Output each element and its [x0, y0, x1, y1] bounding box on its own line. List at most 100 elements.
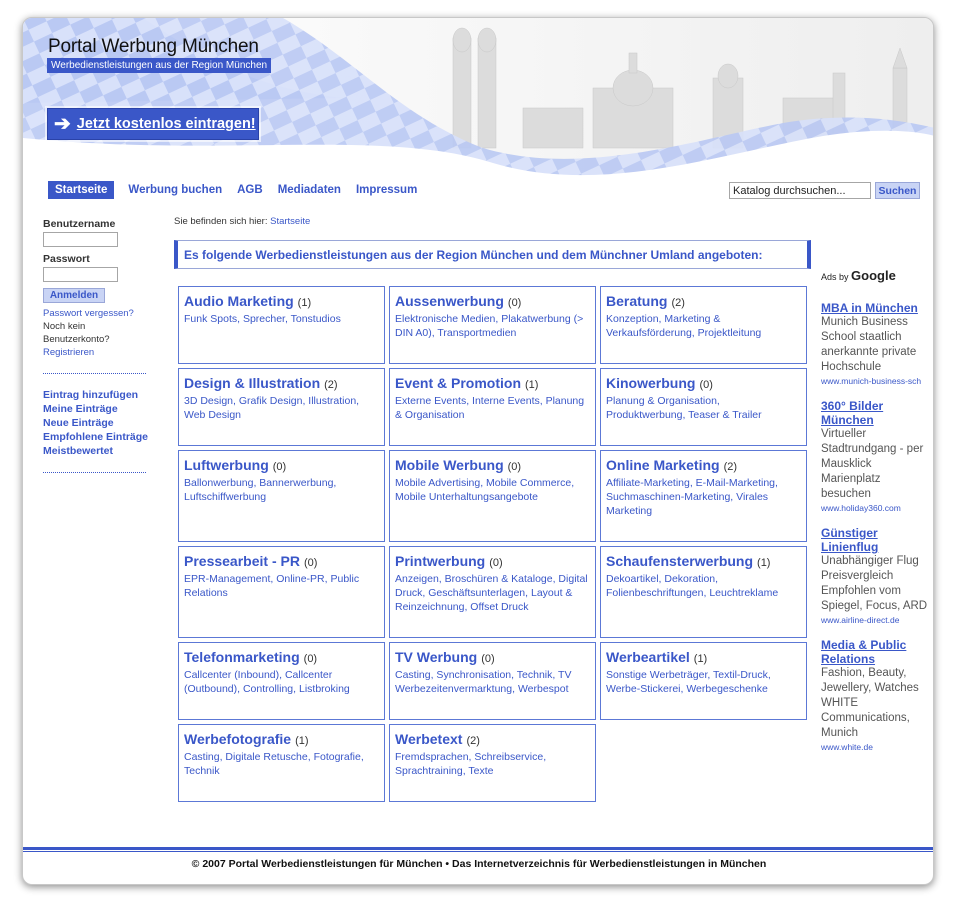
- register-link[interactable]: Registrieren: [43, 346, 153, 359]
- category-title-link[interactable]: Werbetext: [395, 731, 462, 747]
- category-card: Werbeartikel (1) Sonstige Werbeträger, Tex…: [600, 642, 807, 720]
- category-header: Beratung (2): [606, 293, 801, 309]
- subcategory-links[interactable]: EPR-Management, Online-PR, Public Relati…: [184, 572, 379, 600]
- ad-text: Virtueller Stadtrundgang - per Mausklick…: [821, 428, 924, 500]
- subcategory-links[interactable]: Dekoartikel, Dekoration, Folienbeschrift…: [606, 572, 801, 600]
- subcategory-links[interactable]: Funk Spots, Sprecher, Tonstudios: [184, 312, 379, 326]
- divider: [43, 373, 146, 374]
- ad-url[interactable]: www.white.de: [821, 741, 933, 753]
- category-header: Audio Marketing (1): [184, 293, 379, 309]
- category-title-link[interactable]: Werbeartikel: [606, 649, 690, 665]
- category-title-link[interactable]: Werbefotografie: [184, 731, 291, 747]
- subcategory-links[interactable]: Konzeption, Marketing & Verkaufsförderun…: [606, 312, 801, 340]
- arrow-right-icon: ➔: [54, 113, 71, 135]
- sidebar-item-top-rated[interactable]: Meistbewertet: [43, 444, 153, 458]
- search-button[interactable]: Suchen: [875, 182, 920, 199]
- category-title-link[interactable]: Design & Illustration: [184, 375, 320, 391]
- category-card: Telefonmarketing (0) Callcenter (Inbound),…: [178, 642, 385, 720]
- username-label: Benutzername: [43, 218, 116, 230]
- category-title-link[interactable]: TV Werbung: [395, 649, 477, 665]
- ad-url[interactable]: www.holiday360.com: [821, 502, 933, 514]
- nav-werbung-buchen[interactable]: Werbung buchen: [128, 184, 222, 196]
- footer-rule: [23, 847, 933, 850]
- category-count: (0): [272, 461, 287, 473]
- category-card: TV Werbung (0) Casting, Synchronisation, T…: [389, 642, 596, 720]
- category-card: Online Marketing (2) Affiliate-Marketing, …: [600, 450, 807, 542]
- category-title-link[interactable]: Event & Promotion: [395, 375, 521, 391]
- category-title-link[interactable]: Schaufensterwerbung: [606, 553, 753, 569]
- nav-startseite[interactable]: Startseite: [48, 181, 115, 199]
- category-count: (0): [489, 557, 503, 569]
- category-title-link[interactable]: Telefonmarketing: [184, 649, 300, 665]
- breadcrumb-home-link[interactable]: Startseite: [270, 216, 310, 227]
- ad-title[interactable]: 360° Bilder München: [821, 399, 933, 427]
- ad-text: Fashion, Beauty, Jewellery, Watches WHIT…: [821, 667, 919, 739]
- category-count: (1): [525, 379, 539, 391]
- ad-text: Munich Business School staatlich anerkan…: [821, 316, 917, 373]
- nav-mediadaten[interactable]: Mediadaten: [278, 184, 341, 196]
- ad-url[interactable]: www.airline-direct.de: [821, 614, 933, 626]
- category-count: (0): [303, 653, 318, 665]
- category-title-link[interactable]: Beratung: [606, 293, 667, 309]
- category-card: Luftwerbung (0) Ballonwerbung, Bannerwerbu…: [178, 450, 385, 542]
- password-label: Passwort: [43, 253, 90, 265]
- ad-title[interactable]: Media & Public Relations: [821, 638, 933, 666]
- main-nav: Startseite Werbung buchen AGB Mediadaten…: [48, 180, 432, 200]
- ad-url[interactable]: www.munich-business-sch: [821, 375, 933, 387]
- subcategory-links[interactable]: Casting, Digitale Retusche, Fotografie, …: [184, 750, 379, 778]
- nav-agb[interactable]: AGB: [237, 184, 263, 196]
- category-card: Schaufensterwerbung (1) Dekoartikel, Dekor…: [600, 546, 807, 638]
- subcategory-links[interactable]: Casting, Synchronisation, Technik, TV We…: [395, 668, 590, 696]
- subcategory-links[interactable]: 3D Design, Grafik Design, Illustration, …: [184, 394, 379, 422]
- category-title-link[interactable]: Luftwerbung: [184, 457, 269, 473]
- sidebar-item-my-entries[interactable]: Meine Einträge: [43, 402, 153, 416]
- subcategory-links[interactable]: Planung & Organisation, Produktwerbung, …: [606, 394, 801, 422]
- sidebar-item-new-entries[interactable]: Neue Einträge: [43, 416, 153, 430]
- subcategory-links[interactable]: Fremdsprachen, Schreibservice, Sprachtra…: [395, 750, 590, 778]
- category-title-link[interactable]: Mobile Werbung: [395, 457, 504, 473]
- subcategory-links[interactable]: Affiliate-Marketing, E-Mail-Marketing, S…: [606, 476, 801, 518]
- category-count: (1): [295, 735, 309, 747]
- subcategory-links[interactable]: Callcenter (Inbound), Callcenter (Outbou…: [184, 668, 379, 696]
- sidebar-item-add-entry[interactable]: Eintrag hinzufügen: [43, 388, 153, 402]
- category-card: Kinowerbung (0) Planung & Organisation, Pr…: [600, 368, 807, 446]
- ads-by-google[interactable]: Ads by Google: [821, 268, 933, 283]
- ad-title[interactable]: MBA in München: [821, 301, 933, 315]
- site-title: Portal Werbung München: [48, 36, 259, 57]
- category-header: Kinowerbung (0): [606, 375, 801, 391]
- category-card: Werbetext (2) Fremdsprachen, Schreibservic…: [389, 724, 596, 802]
- no-account-text: Noch kein Benutzerkonto?: [43, 321, 110, 345]
- sidebar-item-recommended[interactable]: Empfohlene Einträge: [43, 430, 153, 444]
- username-input[interactable]: [43, 232, 118, 247]
- intro-banner: Es folgende Werbedienstleistungen aus de…: [174, 240, 811, 269]
- category-title-link[interactable]: Aussenwerbung: [395, 293, 504, 309]
- category-count: (1): [693, 653, 708, 665]
- category-title-link[interactable]: Pressearbeit - PR: [184, 553, 300, 569]
- category-title-link[interactable]: Kinowerbung: [606, 375, 695, 391]
- category-title-link[interactable]: Online Marketing: [606, 457, 720, 473]
- subcategory-links[interactable]: Externe Events, Interne Events, Planung …: [395, 394, 590, 422]
- subcategory-links[interactable]: Anzeigen, Broschüren & Kataloge, Digital…: [395, 572, 590, 614]
- search-input[interactable]: [729, 182, 871, 199]
- forgot-password-link[interactable]: Passwort vergessen?: [43, 307, 153, 320]
- category-title-link[interactable]: Printwerbung: [395, 553, 485, 569]
- category-header: Pressearbeit - PR (0): [184, 553, 379, 569]
- nav-impressum[interactable]: Impressum: [356, 184, 417, 196]
- ad-item: Günstiger Linienflug Unabhängiger Flug P…: [821, 526, 933, 626]
- category-header: Schaufensterwerbung (1): [606, 553, 801, 569]
- category-card: Design & Illustration (2) 3D Design, Grafi…: [178, 368, 385, 446]
- register-cta-button[interactable]: ➔ Jetzt kostenlos eintragen!: [47, 108, 259, 140]
- password-input[interactable]: [43, 267, 118, 282]
- subcategory-links[interactable]: Ballonwerbung, Bannerwerbung, Luftschiff…: [184, 476, 379, 504]
- subcategory-links[interactable]: Mobile Advertising, Mobile Commerce, Mob…: [395, 476, 590, 504]
- ad-title[interactable]: Günstiger Linienflug: [821, 526, 933, 554]
- category-count: (2): [671, 297, 685, 309]
- ad-item: 360° Bilder München Virtueller Stadtrund…: [821, 399, 933, 514]
- subcategory-links[interactable]: Elektronische Medien, Plakatwerbung (> D…: [395, 312, 590, 340]
- category-title-link[interactable]: Audio Marketing: [184, 293, 294, 309]
- login-button[interactable]: Anmelden: [43, 288, 105, 303]
- category-header: Printwerbung (0): [395, 553, 590, 569]
- category-card: Aussenwerbung (0) Elektronische Medien, Pl…: [389, 286, 596, 364]
- category-count: (0): [699, 379, 713, 391]
- subcategory-links[interactable]: Sonstige Werbeträger, Textil-Druck, Werb…: [606, 668, 801, 696]
